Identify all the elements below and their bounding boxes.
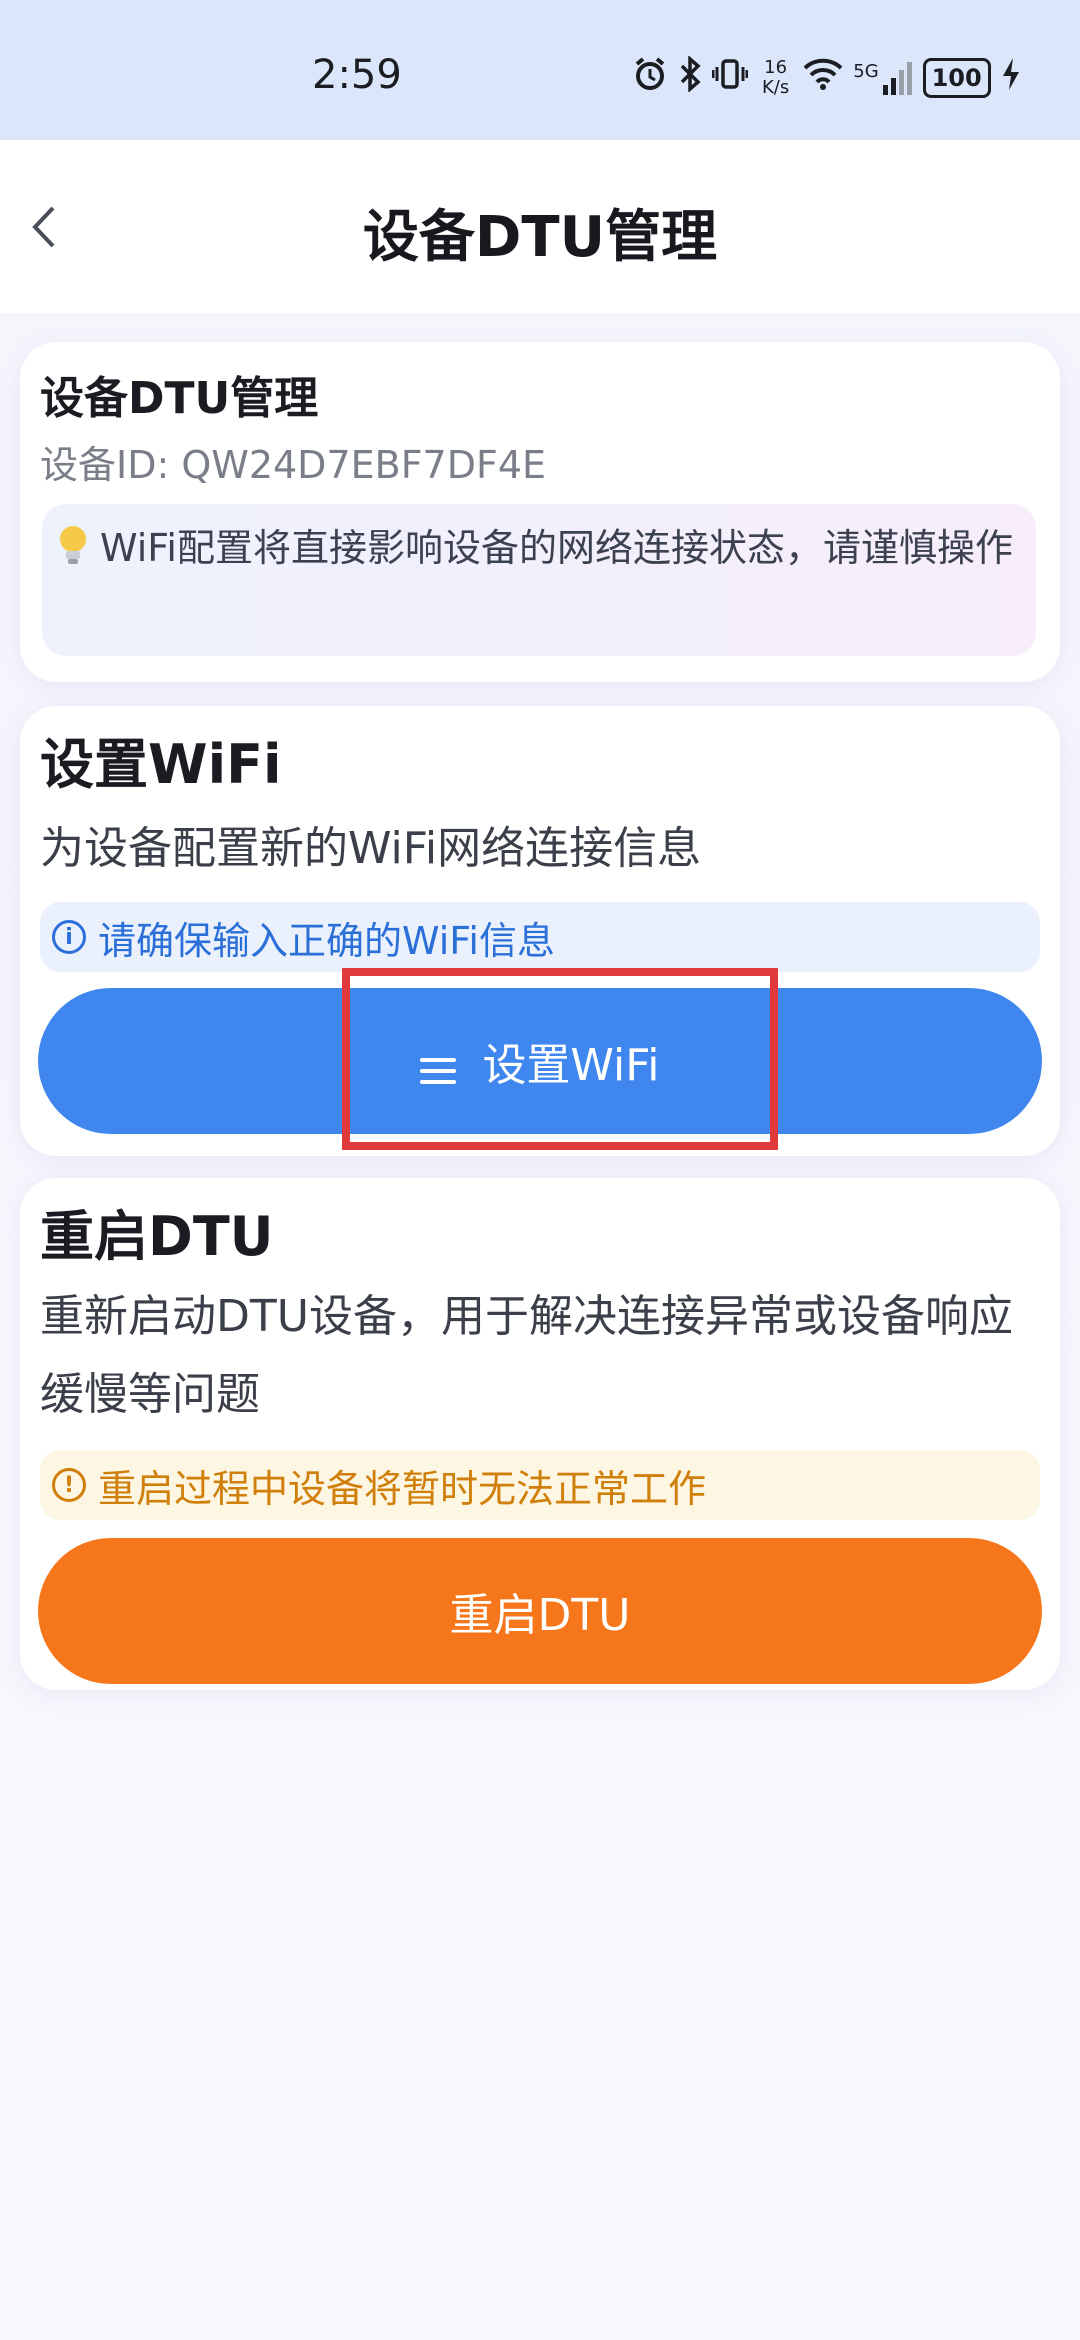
wifi-info-text: 请确保输入正确的WiFi信息	[98, 918, 555, 963]
vibrate-icon	[711, 56, 749, 101]
status-icons: 16 K/s 5G 100	[632, 54, 1021, 101]
net-speed-value: 16	[764, 57, 788, 78]
tip-text-wrap: WiFi配置将直接影响设备的网络连接状态，请谨慎操作	[56, 516, 1016, 580]
restart-warning-notice: ! 重启过程中设备将暂时无法正常工作	[40, 1450, 1040, 1520]
network-speed: 16 K/s	[762, 58, 789, 98]
warning-icon: !	[52, 1468, 86, 1502]
restart-section-title: 重启DTU	[40, 1205, 274, 1268]
info-icon: i	[52, 920, 86, 954]
wifi-info-notice: i 请确保输入正确的WiFi信息	[40, 902, 1040, 972]
net-speed-unit: K/s	[762, 77, 790, 98]
restart-dtu-button-label: 重启DTU	[449, 1590, 631, 1641]
status-time: 2:59	[312, 52, 402, 98]
restart-section-description: 重新启动DTU设备，用于解决连接异常或设备响应缓慢等问题	[40, 1291, 1013, 1420]
device-card-title: 设备DTU管理	[40, 373, 319, 424]
tip-text: WiFi配置将直接影响设备的网络连接状态，请谨慎操作	[100, 526, 1013, 570]
battery-icon: 100	[922, 58, 991, 98]
restart-dtu-card: 重启DTU 重新启动DTU设备，用于解决连接异常或设备响应缓慢等问题 ! 重启过…	[20, 1178, 1060, 1690]
cellular-signal-icon: 5G	[853, 61, 912, 95]
lightbulb-icon	[56, 522, 90, 566]
wifi-icon	[803, 58, 843, 99]
alarm-icon	[632, 56, 668, 101]
wifi-section-title: 设置WiFi	[40, 733, 282, 796]
bluetooth-icon	[678, 54, 702, 101]
app-header: 设备DTU管理	[0, 140, 1080, 315]
status-bar: 2:59 16 K/s 5G 100	[0, 0, 1080, 140]
device-info-card: 设备DTU管理 设备ID: QW24D7EBF7DF4E WiFi配置将直接影响…	[20, 342, 1060, 682]
wifi-section-description: 为设备配置新的WiFi网络连接信息	[40, 823, 702, 874]
signal-label: 5G	[853, 61, 879, 82]
tip-box: WiFi配置将直接影响设备的网络连接状态，请谨慎操作	[42, 504, 1036, 656]
restart-warning-text: 重启过程中设备将暂时无法正常工作	[98, 1466, 707, 1511]
device-id: 设备ID: QW24D7EBF7DF4E	[40, 443, 547, 487]
highlight-box	[342, 968, 778, 1150]
page-title: 设备DTU管理	[362, 205, 718, 270]
charging-icon	[1001, 56, 1021, 101]
restart-dtu-button[interactable]: 重启DTU	[38, 1538, 1042, 1684]
